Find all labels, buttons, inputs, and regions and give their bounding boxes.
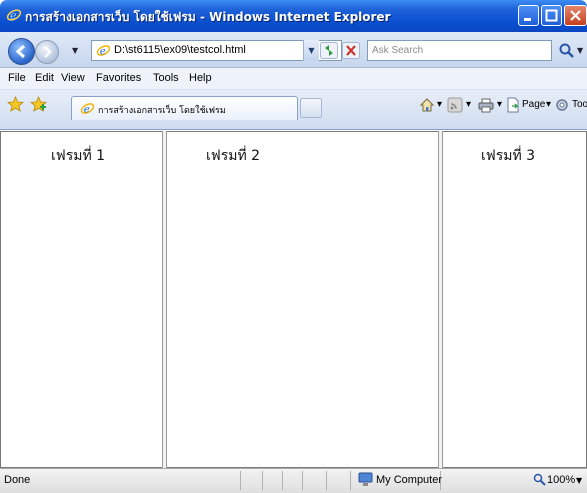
menu-favorites[interactable]: Favorites [96, 72, 141, 84]
ie-icon: e [6, 9, 22, 22]
minimize-button[interactable] [518, 5, 539, 26]
search-icon[interactable] [558, 42, 576, 60]
svg-text:e: e [100, 45, 106, 57]
tools-gear-icon[interactable] [554, 97, 570, 113]
close-icon [570, 10, 581, 21]
maximize-icon [545, 9, 558, 22]
status-separator [302, 471, 303, 490]
close-button[interactable] [564, 5, 587, 26]
page-ie-icon: e [80, 103, 95, 115]
frame-divider-1[interactable] [162, 131, 167, 468]
print-icon[interactable] [478, 97, 494, 113]
status-separator [350, 471, 351, 490]
status-bar [0, 468, 587, 493]
frame-divider-2[interactable] [438, 131, 443, 468]
menu-edit[interactable]: Edit [35, 72, 54, 84]
page-menu-button[interactable]: Page [522, 99, 545, 110]
minimize-icon [524, 18, 531, 21]
status-separator [240, 471, 241, 490]
frame-2-label: เฟรมที่ 2 [206, 148, 261, 164]
feeds-dropdown[interactable]: ▾ [466, 99, 471, 110]
tab-label: การสร้างเอกสารเว็บ โดยใช้เฟรม [98, 106, 226, 116]
content-border [0, 131, 587, 468]
new-tab-button[interactable] [300, 98, 322, 118]
page-dropdown[interactable]: ▾ [546, 99, 551, 110]
tab-current-page[interactable]: e การสร้างเอกสารเว็บ โดยใช้เฟรม [71, 96, 298, 120]
window-titlebar: e การสร้างเอกสารเว็บ โดยใช้เฟรม - Window… [0, 0, 587, 32]
forward-icon [44, 46, 52, 58]
tools-menu-button[interactable]: Tools [572, 99, 587, 110]
address-dropdown[interactable]: ▼ [303, 40, 319, 61]
menu-tools[interactable]: Tools [153, 72, 179, 84]
search-input[interactable]: Ask Search [367, 40, 552, 61]
refresh-icon[interactable] [320, 42, 338, 59]
address-url: D:\st6115\ex09\testcol.html [114, 44, 246, 56]
status-separator [326, 471, 327, 490]
menu-help[interactable]: Help [189, 72, 212, 84]
home-icon[interactable] [419, 97, 435, 113]
zoom-icon[interactable] [533, 473, 546, 486]
recent-pages-dropdown[interactable]: ▼ [72, 46, 78, 55]
status-separator [262, 471, 263, 490]
search-options-dropdown[interactable]: ▼ [577, 46, 583, 55]
add-favorites-icon[interactable] [30, 96, 47, 113]
menu-file[interactable]: File [8, 72, 26, 84]
window-title: การสร้างเอกสารเว็บ โดยใช้เฟรม - Windows … [25, 10, 391, 24]
status-separator [282, 471, 283, 490]
zoom-dropdown[interactable]: ▼ [576, 476, 582, 485]
zoom-level[interactable]: 100% [547, 474, 575, 486]
frame-3-label: เฟรมที่ 3 [481, 148, 536, 164]
svg-text:e: e [84, 103, 90, 115]
feeds-icon[interactable] [447, 97, 463, 113]
home-dropdown[interactable]: ▾ [437, 99, 442, 110]
svg-text:e: e [10, 9, 17, 22]
stop-icon[interactable] [342, 42, 360, 59]
computer-icon [358, 472, 373, 486]
favorites-star-icon[interactable] [7, 96, 24, 113]
forward-button[interactable] [35, 40, 59, 64]
frame-1-label: เฟรมที่ 1 [51, 148, 106, 164]
menu-bar [0, 68, 587, 90]
search-placeholder: Ask Search [372, 45, 424, 56]
status-text: Done [4, 474, 31, 486]
back-icon [15, 44, 26, 59]
back-button[interactable] [8, 38, 35, 65]
menu-view[interactable]: View [61, 72, 85, 84]
page-icon[interactable] [505, 97, 521, 113]
page-ie-icon: e [96, 45, 111, 57]
print-dropdown[interactable]: ▾ [497, 99, 502, 110]
security-zone[interactable]: My Computer [376, 474, 442, 486]
maximize-button[interactable] [541, 5, 562, 26]
